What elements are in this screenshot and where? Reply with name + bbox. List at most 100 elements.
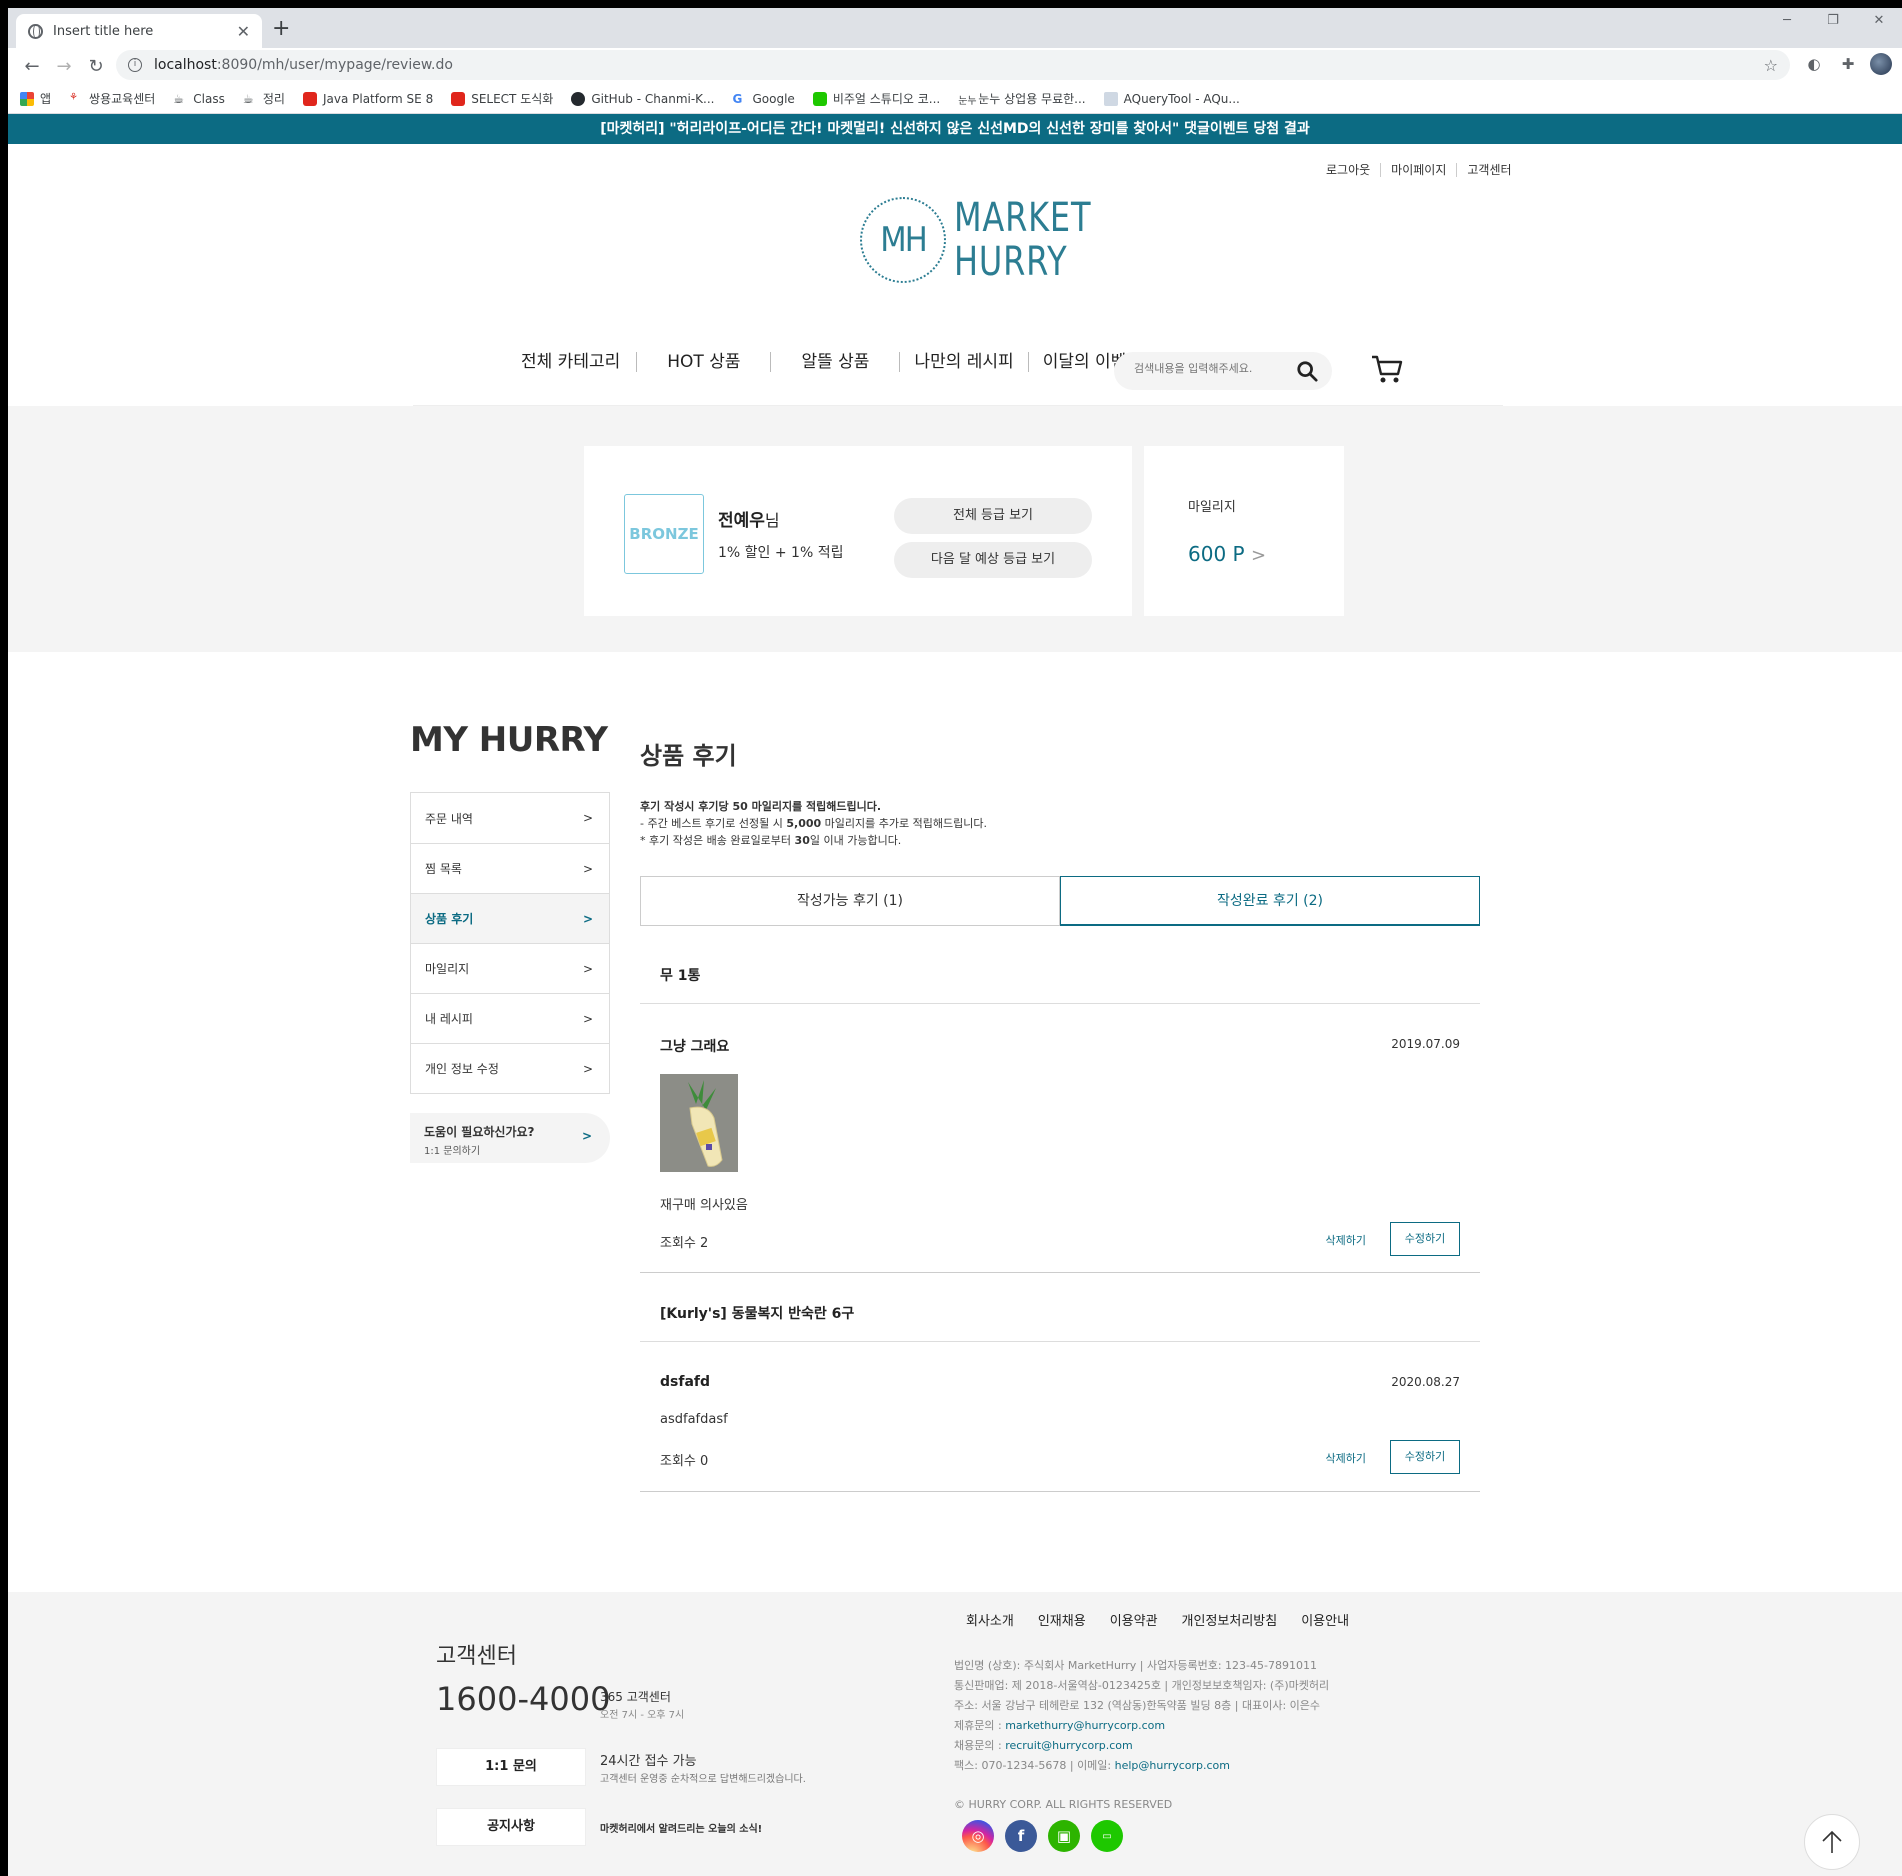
extension-icon[interactable]: ◐ bbox=[1802, 52, 1826, 76]
review-views: 조회수 0 bbox=[660, 1454, 709, 1469]
nav-my-recipe[interactable]: 나만의 레시피 bbox=[899, 352, 1027, 372]
review-divider bbox=[640, 1491, 1480, 1492]
footer: 고객센터 1600-4000 365 고객센터 오전 7시 - 오후 7시 1:… bbox=[8, 1592, 1902, 1876]
cart-icon[interactable] bbox=[1370, 352, 1404, 386]
footer-link-privacy[interactable]: 개인정보처리방침 bbox=[1182, 1610, 1278, 1629]
side-item-my-recipe[interactable]: 내 레시피 > bbox=[411, 993, 609, 1043]
bookmark-item[interactable]: AQueryTool - AQu... bbox=[1103, 91, 1240, 106]
nav-bargain-products[interactable]: 알뜰 상품 bbox=[770, 352, 899, 372]
browser-tab[interactable]: Insert title here ✕ bbox=[16, 14, 262, 48]
footer-phone: 1600-4000 bbox=[436, 1680, 611, 1718]
site-logo[interactable]: MH MARKET HURRY bbox=[860, 196, 1126, 284]
review-title: 그냥 그래요 bbox=[660, 1039, 730, 1055]
all-grades-button[interactable]: 전체 등급 보기 bbox=[894, 498, 1092, 534]
naver-band-icon[interactable]: ▣ bbox=[1048, 1820, 1080, 1852]
help-inquiry-button[interactable]: 도움이 필요하신가요? 1:1 문의하기 > bbox=[410, 1113, 610, 1163]
partner-email-link[interactable]: markethurry@hurrycorp.com bbox=[1005, 1719, 1165, 1732]
search-input[interactable] bbox=[1134, 362, 1294, 375]
bookmark-item[interactable]: ☕ 정리 bbox=[243, 90, 285, 107]
url-host: localhost bbox=[154, 57, 217, 73]
footer-link-terms[interactable]: 이용약관 bbox=[1110, 1610, 1158, 1629]
chevron-right-icon: > bbox=[582, 1011, 593, 1026]
review-photo[interactable] bbox=[660, 1074, 738, 1172]
review-divider bbox=[640, 1272, 1480, 1273]
profile-avatar[interactable] bbox=[1870, 53, 1892, 75]
edit-review-button[interactable]: 수정하기 bbox=[1390, 1440, 1460, 1474]
footer-link-guide[interactable]: 이용안내 bbox=[1301, 1610, 1349, 1629]
footer-qna-button[interactable]: 1:1 문의 bbox=[436, 1748, 586, 1786]
bookmark-item[interactable]: GitHub - Chanmi-K... bbox=[571, 91, 714, 106]
oracle-icon bbox=[451, 91, 466, 106]
logo-mark: MH bbox=[860, 197, 946, 283]
restore-icon[interactable]: ❐ bbox=[1810, 8, 1856, 34]
delete-review-button[interactable]: 삭제하기 bbox=[1326, 1232, 1366, 1248]
side-item-mileage[interactable]: 마일리지 > bbox=[411, 943, 609, 993]
page-title: 상품 후기 bbox=[640, 742, 737, 770]
side-item-orders[interactable]: 주문 내역 > bbox=[411, 793, 609, 843]
chevron-right-icon: > bbox=[582, 911, 593, 926]
forward-icon[interactable]: → bbox=[48, 50, 80, 82]
bookmark-item[interactable]: 비주얼 스튜디오 코... bbox=[812, 90, 940, 107]
bookmark-apps[interactable]: 앱 bbox=[20, 90, 51, 107]
review-tabs: 작성가능 후기 (1) 작성완료 후기 (2) bbox=[640, 876, 1480, 926]
logo-wordmark: MARKET HURRY bbox=[954, 195, 1092, 285]
event-banner[interactable]: [마켓허리] "허리라이프-어디든 간다! 마켓멀리! 신선하지 않은 신선MD… bbox=[8, 114, 1902, 144]
search-icon[interactable] bbox=[1296, 360, 1318, 382]
side-title: MY HURRY bbox=[410, 720, 608, 760]
new-tab-button[interactable]: + bbox=[272, 18, 290, 40]
side-item-wishlist[interactable]: 찜 목록 > bbox=[411, 843, 609, 893]
tab-title: Insert title here bbox=[53, 23, 154, 39]
puzzle-icon[interactable]: ✚ bbox=[1836, 52, 1860, 76]
footer-link-careers[interactable]: 인재채용 bbox=[1038, 1610, 1086, 1629]
close-window-icon[interactable]: ✕ bbox=[1856, 8, 1902, 34]
footer-notice-button[interactable]: 공지사항 bbox=[436, 1808, 586, 1846]
next-grade-button[interactable]: 다음 달 예상 등급 보기 bbox=[894, 542, 1092, 578]
bookmark-item[interactable]: ⚘ 쌍용교육센터 bbox=[69, 90, 155, 107]
mypage-link[interactable]: 마이페이지 bbox=[1380, 163, 1456, 177]
mileage-card[interactable]: 마일리지 600 P > bbox=[1144, 446, 1344, 616]
back-icon[interactable]: ← bbox=[16, 50, 48, 82]
bookmark-item[interactable]: SELECT 도식화 bbox=[451, 90, 553, 107]
close-tab-icon[interactable]: ✕ bbox=[237, 22, 250, 41]
review-product-name[interactable]: 무 1통 bbox=[640, 948, 1480, 1004]
github-icon bbox=[571, 91, 586, 106]
tab-writable-reviews[interactable]: 작성가능 후기 (1) bbox=[640, 876, 1060, 926]
tab-completed-reviews[interactable]: 작성완료 후기 (2) bbox=[1060, 876, 1480, 926]
nav-all-category[interactable]: 전체 카테고리 bbox=[505, 352, 636, 372]
side-item-edit-profile[interactable]: 개인 정보 수정 > bbox=[411, 1043, 609, 1093]
side-item-reviews[interactable]: 상품 후기 > bbox=[411, 893, 609, 943]
document-icon bbox=[1103, 91, 1118, 106]
naver-blog-icon[interactable]: ▭ bbox=[1091, 1820, 1123, 1852]
delete-review-button[interactable]: 삭제하기 bbox=[1326, 1450, 1366, 1466]
recruit-email-link[interactable]: recruit@hurrycorp.com bbox=[1005, 1739, 1133, 1752]
mileage-label: 마일리지 bbox=[1188, 500, 1236, 515]
reload-icon[interactable]: ↻ bbox=[80, 50, 112, 82]
nav-hot-products[interactable]: HOT 상품 bbox=[636, 352, 770, 372]
logout-link[interactable]: 로그아웃 bbox=[1316, 163, 1380, 177]
help-email-link[interactable]: help@hurrycorp.com bbox=[1115, 1759, 1230, 1772]
info-icon[interactable]: i bbox=[128, 58, 142, 72]
chevron-right-icon: > bbox=[581, 1129, 592, 1143]
bookmark-item[interactable]: 눈누 눈누 상업용 무료한... bbox=[958, 90, 1085, 107]
mileage-value: 600 P > bbox=[1188, 542, 1267, 566]
review-product-name[interactable]: [Kurly's] 동물복지 반숙란 6구 bbox=[640, 1286, 1480, 1342]
facebook-icon[interactable]: f bbox=[1005, 1820, 1037, 1852]
oracle-icon bbox=[302, 91, 317, 106]
url-path: :8090/mh/user/mypage/review.do bbox=[216, 57, 453, 73]
edit-review-button[interactable]: 수정하기 bbox=[1390, 1222, 1460, 1256]
footer-copyright: © HURRY CORP. ALL RIGHTS RESERVED bbox=[954, 1798, 1173, 1811]
bookmark-item[interactable]: ☕ Class bbox=[173, 92, 225, 106]
instagram-icon[interactable]: ◎ bbox=[962, 1820, 994, 1852]
minimize-icon[interactable]: ─ bbox=[1764, 8, 1810, 34]
ssangyong-icon: ⚘ bbox=[69, 91, 84, 106]
bookmark-item[interactable]: Java Platform SE 8 bbox=[302, 91, 433, 106]
footer-link-about[interactable]: 회사소개 bbox=[966, 1610, 1014, 1629]
bookmark-star-icon[interactable]: ☆ bbox=[1764, 56, 1778, 75]
chevron-right-icon: > bbox=[582, 811, 593, 825]
customer-center-link[interactable]: 고객센터 bbox=[1456, 163, 1521, 177]
scroll-top-button[interactable] bbox=[1804, 1814, 1860, 1870]
bookmark-item[interactable]: G Google bbox=[732, 92, 794, 106]
address-bar[interactable]: i localhost:8090/mh/user/mypage/review.d… bbox=[116, 50, 1790, 80]
browser-toolbar: ← → ↻ i localhost:8090/mh/user/mypage/re… bbox=[8, 48, 1902, 84]
chevron-right-icon: > bbox=[582, 1061, 593, 1076]
